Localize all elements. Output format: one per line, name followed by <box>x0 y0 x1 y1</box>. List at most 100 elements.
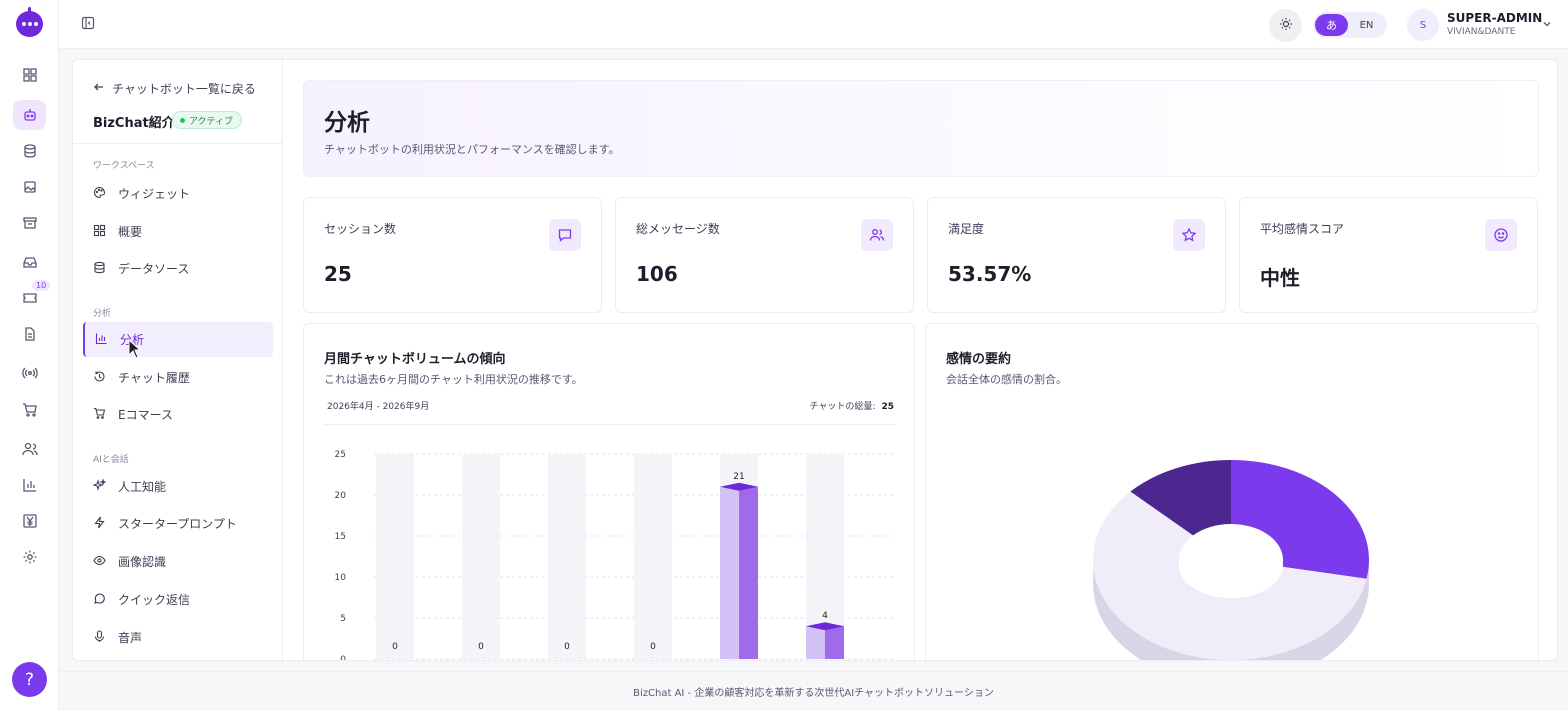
sidebar-item-quick-reply[interactable]: クイック返信 <box>83 582 273 617</box>
total-chats: チャットの総量: 25 <box>810 399 894 412</box>
y-tick-label: 15 <box>335 532 346 542</box>
data-label: 4 <box>822 611 828 621</box>
smile-icon <box>1485 219 1517 251</box>
lang-ja-button[interactable]: あ <box>1315 14 1348 36</box>
sidebar-item-analytics[interactable]: 分析 <box>83 322 273 357</box>
sentiment-panel: 感情の要約 会話全体の感情の割合。 <box>925 323 1539 660</box>
sentiment-donut-chart <box>1093 460 1369 660</box>
y-tick-label: 5 <box>340 614 346 624</box>
stat-label: セッション数 <box>324 222 397 236</box>
chart-icon[interactable] <box>13 470 46 500</box>
sun-icon <box>1279 17 1293 34</box>
stat-value: 53.57% <box>948 262 1032 286</box>
sidebar-item-label: クイック返信 <box>118 593 191 607</box>
arrow-left-icon <box>93 81 105 96</box>
data-label: 0 <box>564 642 570 652</box>
chevron-down-icon <box>1541 18 1553 30</box>
dashboard-icon[interactable] <box>13 60 46 90</box>
cart-icon[interactable] <box>13 395 46 425</box>
sidebar-toggle-icon[interactable] <box>81 16 95 30</box>
sidebar-item-label: データソース <box>118 262 190 276</box>
ticket-icon[interactable] <box>13 283 46 313</box>
sidebar-item-label: 人工知能 <box>118 480 167 494</box>
top-bar: あ EN S SUPER-ADMIN VIVIAN&DANTE <box>59 0 1568 49</box>
sidebar-item-datasource[interactable]: データソース <box>83 251 273 286</box>
database-icon <box>93 261 106 277</box>
sidebar-item-label: Eコマース <box>118 408 173 422</box>
inbox-icon[interactable] <box>13 247 46 277</box>
panel-subtitle: これは過去6ヶ月間のチャット利用状況の推移です。 <box>324 373 583 386</box>
main-card: チャットボット一覧に戻る BizChat紹介 アクティブ ワークスペース ウィジ… <box>72 59 1558 661</box>
back-to-list-link[interactable]: チャットボット一覧に戻る <box>93 80 256 97</box>
settings-icon[interactable] <box>13 542 46 572</box>
broadcast-icon[interactable] <box>13 358 46 388</box>
stat-card-satisfaction: 満足度 53.57% <box>927 197 1226 313</box>
stat-card-sentiment: 平均感情スコア 中性 <box>1239 197 1538 313</box>
bar-background <box>462 454 500 659</box>
icon-rail: 10 ? <box>0 0 59 711</box>
chat-volume-panel: 月間チャットボリュームの傾向 これは過去6ヶ月間のチャット利用状況の推移です。 … <box>303 323 915 660</box>
bar-background <box>376 454 414 659</box>
bar-background <box>548 454 586 659</box>
document-icon[interactable] <box>13 319 46 349</box>
sidebar-item-ai[interactable]: 人工知能 <box>83 469 273 504</box>
y-tick-label: 20 <box>335 491 347 501</box>
sidebar-item-chat-history[interactable]: チャット履歴 <box>83 360 273 395</box>
sidebar-item-image-recognition[interactable]: 画像認識 <box>83 544 273 579</box>
bar-chart-icon <box>95 332 108 348</box>
sidebar-item-ecommerce[interactable]: Eコマース <box>83 397 273 432</box>
data-label: 21 <box>733 472 744 482</box>
bar-side <box>739 486 758 659</box>
bot-icon[interactable] <box>13 100 46 130</box>
total-value: 25 <box>881 402 894 412</box>
user-menu[interactable]: S SUPER-ADMIN VIVIAN&DANTE <box>1407 8 1557 42</box>
sidebar-item-widget[interactable]: ウィジェット <box>83 176 273 211</box>
user-organization: VIVIAN&DANTE <box>1447 27 1516 37</box>
sidebar-item-voice[interactable]: 音声 <box>83 620 273 655</box>
sparkles-icon <box>92 477 107 495</box>
stat-label: 総メッセージ数 <box>636 222 720 236</box>
stat-label: 平均感情スコア <box>1260 222 1345 236</box>
bizchat-logo[interactable] <box>16 7 43 37</box>
page-title: 分析 <box>324 110 370 136</box>
mic-icon <box>93 629 106 646</box>
sidebar-item-label: 画像認識 <box>118 555 167 569</box>
history-icon <box>93 370 106 386</box>
images-icon[interactable] <box>13 172 46 202</box>
eye-icon <box>93 554 106 570</box>
data-label: 0 <box>392 642 398 652</box>
bar-side <box>825 626 844 659</box>
lang-en-button[interactable]: EN <box>1348 14 1385 36</box>
data-label: 0 <box>650 642 656 652</box>
bar <box>806 626 825 659</box>
users-icon[interactable] <box>13 434 46 464</box>
chat-volume-bar-chart: 0 5 10 15 20 25 0 0 0 0 21 4 <box>335 450 894 660</box>
language-switcher: あ EN <box>1313 12 1387 38</box>
divider <box>324 424 896 425</box>
bar <box>720 486 739 659</box>
stat-value: 25 <box>324 262 352 286</box>
divider <box>73 143 283 144</box>
stat-value: 106 <box>636 262 678 286</box>
yen-icon[interactable] <box>13 506 46 536</box>
database-icon[interactable] <box>13 136 46 166</box>
avatar: S <box>1407 9 1439 41</box>
star-icon <box>1173 219 1205 251</box>
bar-background <box>634 454 672 659</box>
section-workspace: ワークスペース <box>93 161 155 171</box>
sidebar-item-label: スタータープロンプト <box>118 517 237 531</box>
sidebar-item-overview[interactable]: 概要 <box>83 214 273 249</box>
y-tick-label: 10 <box>335 573 347 583</box>
zap-icon <box>93 516 106 532</box>
help-button[interactable]: ? <box>12 662 47 697</box>
theme-toggle-button[interactable] <box>1269 9 1302 42</box>
donut-hole <box>1179 534 1283 598</box>
grid-icon <box>93 224 106 240</box>
archive-icon[interactable] <box>13 208 46 238</box>
sidebar-item-starter-prompts[interactable]: スタータープロンプト <box>83 506 273 541</box>
stat-card-messages: 総メッセージ数 106 <box>615 197 914 313</box>
data-label: 0 <box>478 642 484 652</box>
chatbot-sidebar: チャットボット一覧に戻る BizChat紹介 アクティブ ワークスペース ウィジ… <box>73 60 283 660</box>
section-ai: AIと会話 <box>93 455 129 465</box>
palette-icon <box>93 186 106 202</box>
